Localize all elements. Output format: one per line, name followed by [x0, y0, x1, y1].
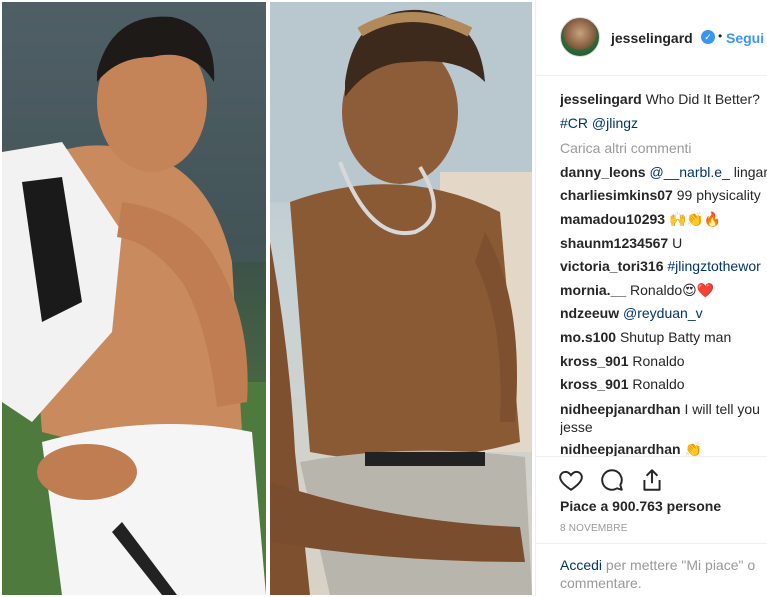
comment-row: ndzeeuw @reyduan_v	[560, 302, 767, 326]
comment-list: jesselingard Who Did It Better? #CR @jli…	[560, 88, 767, 461]
right-photo	[270, 2, 532, 595]
comment-username[interactable]: kross_901	[560, 376, 629, 392]
comment-text: 🙌👏🔥	[668, 210, 722, 227]
post-header: jesselingard ✓ • Segui	[536, 0, 767, 76]
comment-row: danny_leons @__narbl.e_ lingard	[560, 161, 767, 185]
verified-badge-icon: ✓	[701, 30, 715, 44]
comment-text: Shutup Batty man	[619, 328, 732, 345]
comment-row: mornia.__ Ronaldo😍❤️	[560, 279, 767, 303]
avatar[interactable]	[560, 17, 600, 57]
left-photo-figure	[2, 2, 266, 595]
caption: jesselingard Who Did It Better? #CR @jli…	[560, 88, 767, 135]
comment-username[interactable]: kross_901	[560, 353, 629, 369]
caption-tags[interactable]: #CR @jlingz	[560, 115, 638, 131]
comment-username[interactable]: nidheepjanardhan	[560, 401, 681, 417]
load-more-comments[interactable]: Carica altri commenti	[560, 137, 767, 161]
comment-text: 👏	[684, 440, 702, 457]
post-date: 8 NOVEMBRE	[560, 523, 628, 534]
login-bar: Accedi per mettere "Mi piace" o commenta…	[536, 543, 767, 597]
separator-dot: •	[718, 29, 723, 43]
login-link[interactable]: Accedi	[560, 557, 602, 573]
post-panel: jesselingard ✓ • Segui jesselingard Who …	[535, 0, 767, 597]
login-prompt: Accedi per mettere "Mi piace" o commenta…	[560, 556, 767, 592]
comment-text: U	[672, 234, 683, 251]
comment-username[interactable]: mamadou10293	[560, 211, 665, 227]
comment-row: shaunm1234567 U	[560, 232, 767, 256]
comment-row: kross_901 Ronaldo	[560, 350, 767, 374]
comment-mention[interactable]: @reyduan_v	[623, 305, 703, 321]
comment-row: mamadou10293 🙌👏🔥	[560, 208, 767, 232]
comment-username[interactable]: victoria_tori316	[560, 258, 664, 274]
comment-username[interactable]: mornia.__	[560, 282, 626, 298]
comment-username[interactable]: nidheepjanardhan	[560, 441, 681, 457]
post-image[interactable]	[0, 0, 535, 597]
comment-text: lingard	[733, 163, 767, 180]
comment-username[interactable]: danny_leons	[560, 164, 646, 180]
caption-text: Who Did It Better?	[645, 91, 760, 107]
comment-username[interactable]: charliesimkins07	[560, 187, 673, 203]
comment-mention[interactable]: #jlingztothewor	[667, 258, 760, 274]
caption-username[interactable]: jesselingard	[560, 91, 642, 107]
comment-row: charliesimkins07 99 physicality	[560, 184, 767, 208]
header-username[interactable]: jesselingard	[611, 30, 693, 46]
comment-row: victoria_tori316 #jlingztothewor	[560, 255, 767, 279]
comment-row: kross_901 Ronaldo	[560, 373, 767, 397]
comment-text: 99 physicality	[676, 187, 761, 204]
comment-icon[interactable]	[599, 467, 625, 493]
comment-row: mo.s100 Shutup Batty man	[560, 326, 767, 350]
right-photo-figure	[270, 2, 532, 595]
share-icon[interactable]	[639, 467, 665, 493]
comment-text: Ronaldo	[632, 352, 685, 369]
like-count[interactable]: Piace a 900.763 persone	[560, 498, 721, 514]
left-photo	[2, 2, 266, 595]
comment-text: Ronaldo😍❤️	[630, 281, 715, 298]
comment-row: nidheepjanardhan I will tell you jesse	[560, 400, 767, 436]
comment-username[interactable]: mo.s100	[560, 329, 616, 345]
follow-button[interactable]: Segui	[726, 30, 764, 46]
comment-username[interactable]: shaunm1234567	[560, 235, 668, 251]
comment-mention[interactable]: @__narbl.e_	[649, 164, 729, 180]
comment-username[interactable]: ndzeeuw	[560, 305, 619, 321]
heart-icon[interactable]	[558, 467, 584, 493]
comment-text: Ronaldo	[632, 376, 685, 393]
